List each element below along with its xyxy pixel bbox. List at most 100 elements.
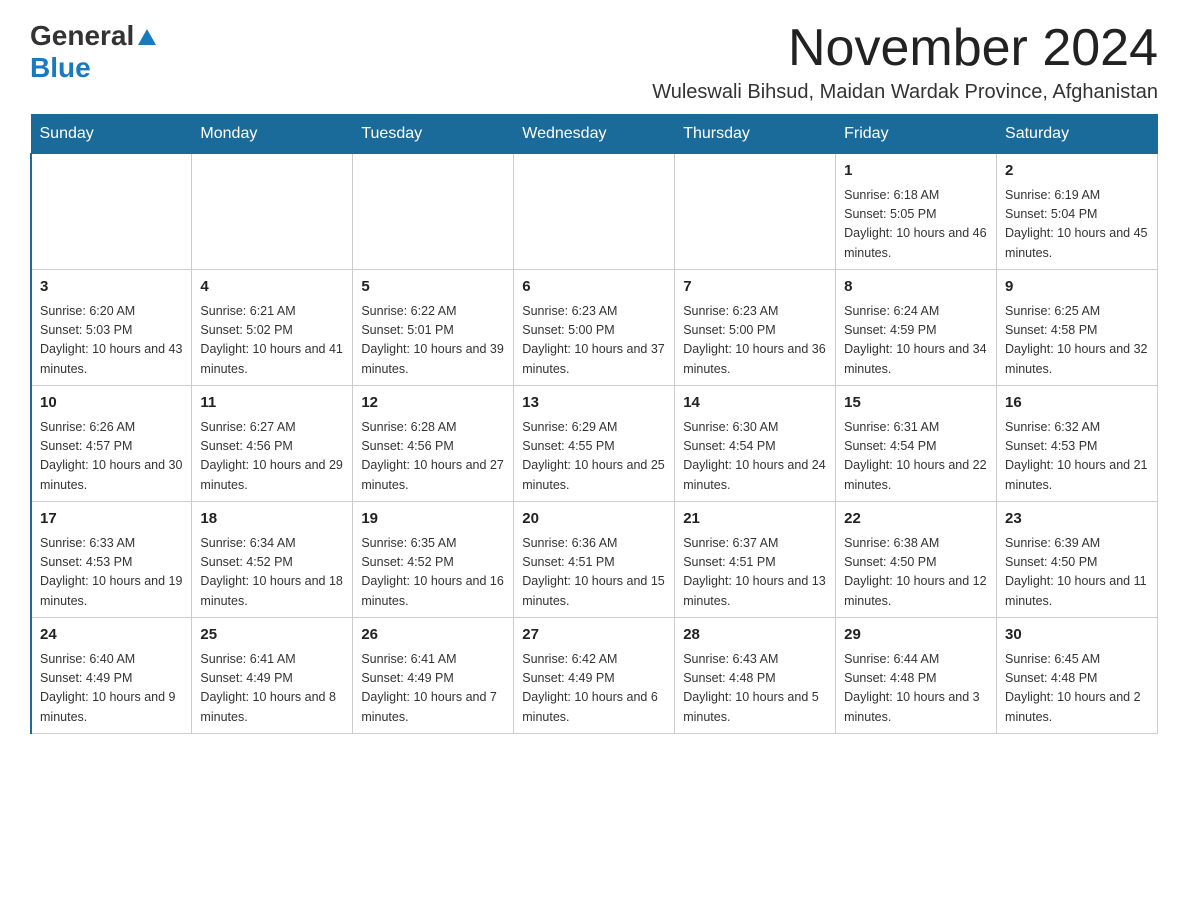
day-info: Sunrise: 6:36 AM Sunset: 4:51 PM Dayligh… [522,534,666,612]
day-info: Sunrise: 6:23 AM Sunset: 5:00 PM Dayligh… [683,302,827,380]
day-info: Sunrise: 6:43 AM Sunset: 4:48 PM Dayligh… [683,650,827,728]
day-info: Sunrise: 6:45 AM Sunset: 4:48 PM Dayligh… [1005,650,1149,728]
day-info: Sunrise: 6:41 AM Sunset: 4:49 PM Dayligh… [200,650,344,728]
day-info: Sunrise: 6:31 AM Sunset: 4:54 PM Dayligh… [844,418,988,496]
day-number: 14 [683,392,827,415]
title-section: November 2024 Wuleswali Bihsud, Maidan W… [652,20,1158,104]
calendar-cell: 2Sunrise: 6:19 AM Sunset: 5:04 PM Daylig… [997,154,1158,270]
calendar-cell: 21Sunrise: 6:37 AM Sunset: 4:51 PM Dayli… [675,502,836,618]
day-info: Sunrise: 6:32 AM Sunset: 4:53 PM Dayligh… [1005,418,1149,496]
day-number: 4 [200,276,344,299]
calendar-header-monday: Monday [192,115,353,154]
day-info: Sunrise: 6:28 AM Sunset: 4:56 PM Dayligh… [361,418,505,496]
day-number: 11 [200,392,344,415]
day-info: Sunrise: 6:21 AM Sunset: 5:02 PM Dayligh… [200,302,344,380]
location-subtitle: Wuleswali Bihsud, Maidan Wardak Province… [652,81,1158,104]
day-number: 19 [361,508,505,531]
calendar-week-1: 1 Sunrise: 6:18 AM Sunset: 5:05 PM Daylig… [31,154,1158,270]
day-info: Sunrise: 6:22 AM Sunset: 5:01 PM Dayligh… [361,302,505,380]
day-number: 28 [683,624,827,647]
calendar-cell: 18Sunrise: 6:34 AM Sunset: 4:52 PM Dayli… [192,502,353,618]
day-number: 3 [40,276,183,299]
calendar-cell: 14 Sunrise: 6:30 AM Sunset: 4:54 PM Dayli… [675,386,836,502]
calendar-week-4: 17Sunrise: 6:33 AM Sunset: 4:53 PM Dayli… [31,502,1158,618]
calendar-header-tuesday: Tuesday [353,115,514,154]
day-number: 26 [361,624,505,647]
day-info: Sunrise: 6:23 AM Sunset: 5:00 PM Dayligh… [522,302,666,380]
calendar-cell [31,154,192,270]
calendar-cell: 15 Sunrise: 6:31 AM Sunset: 4:54 PM Dayli… [836,386,997,502]
day-info: Sunrise: 6:18 AM Sunset: 5:05 PM Dayligh… [844,186,988,264]
day-info: Sunrise: 6:42 AM Sunset: 4:49 PM Dayligh… [522,650,666,728]
day-number: 25 [200,624,344,647]
day-number: 5 [361,276,505,299]
day-number: 29 [844,624,988,647]
calendar-cell: 10 Sunrise: 6:26 AM Sunset: 4:57 PM Dayli… [31,386,192,502]
day-info: Sunrise: 6:39 AM Sunset: 4:50 PM Dayligh… [1005,534,1149,612]
day-number: 24 [40,624,183,647]
calendar-cell [192,154,353,270]
calendar-cell: 22 Sunrise: 6:38 AM Sunset: 4:50 PM Dayli… [836,502,997,618]
day-number: 20 [522,508,666,531]
calendar-week-3: 10 Sunrise: 6:26 AM Sunset: 4:57 PM Dayli… [31,386,1158,502]
day-number: 2 [1005,160,1149,183]
calendar-cell [675,154,836,270]
day-info: Sunrise: 6:20 AM Sunset: 5:03 PM Dayligh… [40,302,183,380]
calendar-cell: 11 Sunrise: 6:27 AM Sunset: 4:56 PM Dayli… [192,386,353,502]
day-info: Sunrise: 6:38 AM Sunset: 4:50 PM Dayligh… [844,534,988,612]
day-number: 8 [844,276,988,299]
calendar-cell: 13 Sunrise: 6:29 AM Sunset: 4:55 PM Dayli… [514,386,675,502]
day-info: Sunrise: 6:24 AM Sunset: 4:59 PM Dayligh… [844,302,988,380]
calendar-header-row: SundayMondayTuesdayWednesdayThursdayFrid… [31,115,1158,154]
calendar-cell: 30 Sunrise: 6:45 AM Sunset: 4:48 PM Dayli… [997,618,1158,734]
logo-icon [136,25,158,47]
calendar-cell: 28 Sunrise: 6:43 AM Sunset: 4:48 PM Dayli… [675,618,836,734]
calendar-week-5: 24Sunrise: 6:40 AM Sunset: 4:49 PM Dayli… [31,618,1158,734]
day-number: 13 [522,392,666,415]
calendar-cell: 9 Sunrise: 6:25 AM Sunset: 4:58 PM Daylig… [997,270,1158,386]
day-info: Sunrise: 6:27 AM Sunset: 4:56 PM Dayligh… [200,418,344,496]
calendar-header-friday: Friday [836,115,997,154]
day-number: 30 [1005,624,1149,647]
calendar-cell: 1 Sunrise: 6:18 AM Sunset: 5:05 PM Daylig… [836,154,997,270]
month-year-title: November 2024 [652,20,1158,77]
calendar-cell: 26Sunrise: 6:41 AM Sunset: 4:49 PM Dayli… [353,618,514,734]
page-header: General Blue November 2024 Wuleswali Bih… [30,20,1158,104]
calendar-cell: 20 Sunrise: 6:36 AM Sunset: 4:51 PM Dayli… [514,502,675,618]
calendar-cell: 12Sunrise: 6:28 AM Sunset: 4:56 PM Dayli… [353,386,514,502]
calendar-cell: 5 Sunrise: 6:22 AM Sunset: 5:01 PM Daylig… [353,270,514,386]
day-number: 6 [522,276,666,299]
calendar-cell: 6 Sunrise: 6:23 AM Sunset: 5:00 PM Daylig… [514,270,675,386]
calendar-cell: 29Sunrise: 6:44 AM Sunset: 4:48 PM Dayli… [836,618,997,734]
calendar-cell: 8 Sunrise: 6:24 AM Sunset: 4:59 PM Daylig… [836,270,997,386]
logo-general: General [30,20,134,52]
calendar-cell: 4 Sunrise: 6:21 AM Sunset: 5:02 PM Daylig… [192,270,353,386]
day-number: 1 [844,160,988,183]
calendar-cell: 7Sunrise: 6:23 AM Sunset: 5:00 PM Daylig… [675,270,836,386]
day-number: 22 [844,508,988,531]
day-info: Sunrise: 6:29 AM Sunset: 4:55 PM Dayligh… [522,418,666,496]
calendar-table: SundayMondayTuesdayWednesdayThursdayFrid… [30,114,1158,734]
calendar-week-2: 3 Sunrise: 6:20 AM Sunset: 5:03 PM Daylig… [31,270,1158,386]
day-number: 16 [1005,392,1149,415]
calendar-header-saturday: Saturday [997,115,1158,154]
calendar-header-sunday: Sunday [31,115,192,154]
logo-blue: Blue [30,52,91,83]
logo: General Blue [30,20,158,84]
calendar-header-wednesday: Wednesday [514,115,675,154]
day-number: 27 [522,624,666,647]
calendar-cell: 3 Sunrise: 6:20 AM Sunset: 5:03 PM Daylig… [31,270,192,386]
day-info: Sunrise: 6:25 AM Sunset: 4:58 PM Dayligh… [1005,302,1149,380]
day-number: 18 [200,508,344,531]
calendar-cell [353,154,514,270]
calendar-cell [514,154,675,270]
day-number: 10 [40,392,183,415]
day-info: Sunrise: 6:35 AM Sunset: 4:52 PM Dayligh… [361,534,505,612]
calendar-cell: 19 Sunrise: 6:35 AM Sunset: 4:52 PM Dayli… [353,502,514,618]
calendar-cell: 17Sunrise: 6:33 AM Sunset: 4:53 PM Dayli… [31,502,192,618]
day-info: Sunrise: 6:26 AM Sunset: 4:57 PM Dayligh… [40,418,183,496]
calendar-cell: 16 Sunrise: 6:32 AM Sunset: 4:53 PM Dayli… [997,386,1158,502]
day-number: 15 [844,392,988,415]
day-number: 9 [1005,276,1149,299]
day-info: Sunrise: 6:30 AM Sunset: 4:54 PM Dayligh… [683,418,827,496]
